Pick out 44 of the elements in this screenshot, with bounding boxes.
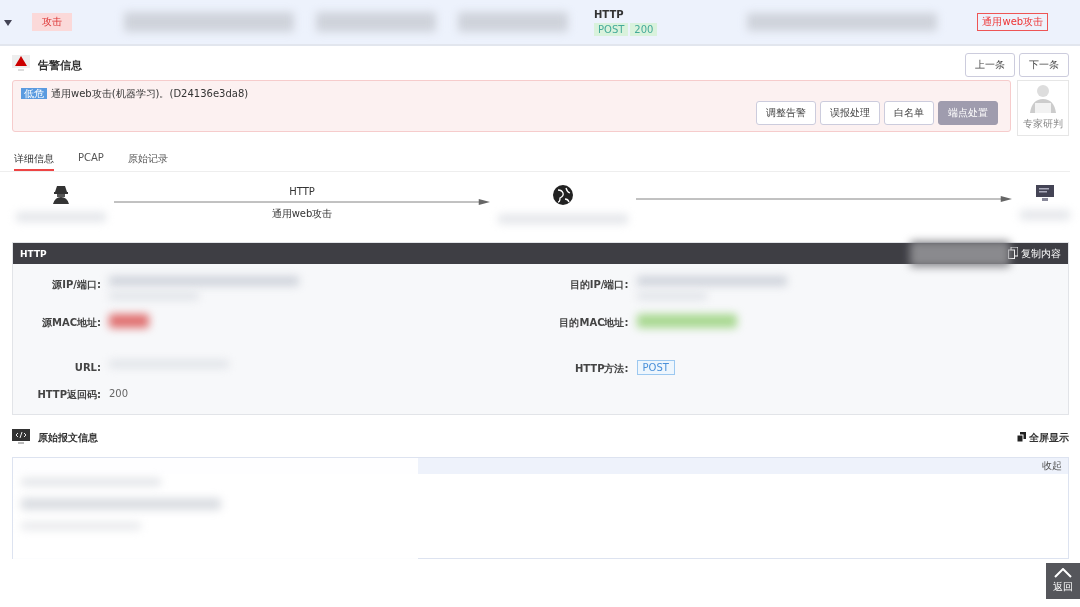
- previous-button[interactable]: 上一条: [965, 53, 1015, 77]
- field-label: 目的MAC地址:: [558, 316, 629, 330]
- globe-icon: [552, 184, 574, 208]
- next-button[interactable]: 下一条: [1019, 53, 1069, 77]
- status-tag: 200: [630, 22, 658, 36]
- field-label: HTTP返回码:: [36, 388, 101, 402]
- field-label: 目的IP/端口:: [568, 278, 629, 292]
- expert-label: 专家研判: [1023, 117, 1063, 131]
- copy-label: 复制内容: [1021, 246, 1061, 261]
- hacker-icon: [51, 184, 71, 206]
- section-title: 告警信息: [38, 57, 82, 73]
- field-label: 源IP/端口:: [51, 278, 101, 292]
- fullscreen-icon: [1017, 432, 1026, 444]
- protocol-label: HTTP: [594, 8, 625, 20]
- action-button[interactable]: 调整告警: [756, 101, 816, 125]
- tab[interactable]: PCAP: [78, 152, 104, 171]
- method-tag: POST: [594, 22, 629, 36]
- attack-type-tag: 通用web攻击: [977, 13, 1049, 31]
- chevron-up-icon: [1054, 568, 1072, 580]
- collapse-link[interactable]: 收起: [1042, 459, 1062, 473]
- alert-message: 通用web攻击(机器学习)。(D24136e3da8): [51, 88, 249, 99]
- monitor-icon: [1035, 184, 1055, 204]
- expert-button[interactable]: 专家研判: [1017, 80, 1069, 136]
- method-tag: POST: [636, 360, 675, 375]
- field-label: 源MAC地址:: [40, 316, 101, 330]
- attack-tag: 攻击: [32, 13, 72, 31]
- level-badge: 低危: [21, 88, 47, 99]
- tab[interactable]: 原始记录: [127, 152, 168, 171]
- attack-label: 通用web攻击: [271, 207, 333, 221]
- redacted-block: [109, 314, 149, 328]
- tab[interactable]: 详细信息: [14, 152, 54, 171]
- back-to-top-button[interactable]: 返回: [1046, 563, 1080, 599]
- fullscreen-button[interactable]: 全屏显示: [1017, 431, 1069, 445]
- code-monitor-icon: [12, 429, 30, 447]
- card-title: HTTP: [20, 248, 47, 259]
- field-label: HTTP方法:: [573, 362, 629, 376]
- section-title: 原始报文信息: [38, 431, 98, 445]
- protocol-label: HTTP: [289, 186, 315, 197]
- action-button[interactable]: 误报处理: [820, 101, 880, 125]
- back-label: 返回: [1053, 580, 1073, 594]
- field-label: URL:: [73, 361, 101, 373]
- field-value: 200: [109, 387, 130, 399]
- action-button[interactable]: 白名单: [884, 101, 934, 125]
- fullscreen-label: 全屏显示: [1029, 431, 1069, 445]
